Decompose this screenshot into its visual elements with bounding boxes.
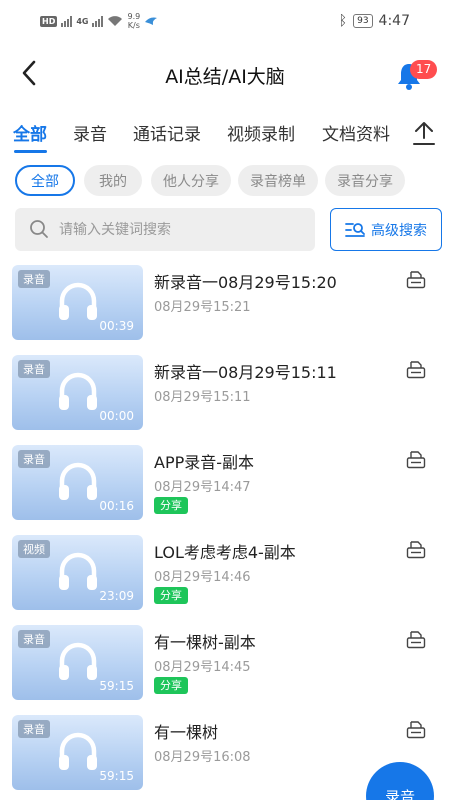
headphone-icon <box>59 552 97 590</box>
tab-all[interactable]: 全部 <box>13 120 47 145</box>
filter-recording-ranking[interactable]: 录音榜单 <box>238 165 318 196</box>
advanced-search-button[interactable]: 高级搜索 <box>330 208 442 251</box>
item-duration: 00:39 <box>99 319 134 333</box>
search-input[interactable] <box>59 208 309 251</box>
speed-unit: K/s <box>127 21 140 30</box>
list-item[interactable]: 录音 00:39 新录音一08月29号15:20 08月29号15:21 <box>0 263 450 353</box>
headphone-icon <box>59 372 97 410</box>
document-icon[interactable] <box>406 271 426 289</box>
document-icon[interactable] <box>406 541 426 559</box>
item-title[interactable]: 有一棵树 <box>154 719 218 743</box>
tab-video-recording[interactable]: 视频录制 <box>227 120 295 145</box>
item-date: 08月29号16:08 <box>154 750 251 765</box>
item-duration: 23:09 <box>99 589 134 603</box>
headphone-icon <box>59 642 97 680</box>
item-duration: 59:15 <box>99 769 134 783</box>
wifi-icon <box>108 16 123 26</box>
item-type-tag: 录音 <box>18 720 50 738</box>
document-icon[interactable] <box>406 631 426 649</box>
status-bar: HD 4G 9.9 K/s ᛒ 93 4:47 <box>0 0 450 44</box>
filter-mine[interactable]: 我的 <box>84 165 142 196</box>
upload-button[interactable] <box>412 120 436 146</box>
item-date: 08月29号14:46 <box>154 570 251 585</box>
upload-icon <box>413 122 435 145</box>
filter-search-icon <box>345 222 365 237</box>
headphone-icon <box>59 732 97 770</box>
filter-all[interactable]: 全部 <box>15 165 75 196</box>
filter-shared-by-others[interactable]: 他人分享 <box>151 165 231 196</box>
speed-value: 9.9 <box>127 12 141 21</box>
app-notification-icon <box>145 17 158 25</box>
list-item[interactable]: 录音 59:15 有一棵树-副本 08月29号14:45 分享 <box>0 623 450 713</box>
tab-call-records[interactable]: 通话记录 <box>133 120 201 145</box>
battery-indicator: 93 <box>353 14 373 28</box>
page-title: AI总结/AI大脑 <box>165 66 285 88</box>
category-tabs: 全部 录音 通话记录 视频录制 文档资料 <box>0 112 450 156</box>
share-badge: 分享 <box>154 587 188 604</box>
tab-documents[interactable]: 文档资料 <box>322 120 390 145</box>
network-label: 4G <box>76 16 89 26</box>
app-header: AI总结/AI大脑 <box>0 48 450 100</box>
item-thumbnail[interactable]: 录音 59:15 <box>12 625 143 700</box>
item-title[interactable]: 新录音一08月29号15:11 <box>154 359 337 383</box>
item-thumbnail[interactable]: 录音 00:39 <box>12 265 143 340</box>
search-bar <box>15 208 315 251</box>
clock: 4:47 <box>378 13 410 29</box>
advanced-search-label: 高级搜索 <box>371 222 427 239</box>
item-thumbnail[interactable]: 录音 59:15 <box>12 715 143 790</box>
item-type-tag: 录音 <box>18 270 50 288</box>
item-type-tag: 录音 <box>18 450 50 468</box>
filter-chips: 全部 我的 他人分享 录音榜单 录音分享 <box>0 165 450 197</box>
item-title[interactable]: 新录音一08月29号15:20 <box>154 269 337 293</box>
active-tab-indicator <box>14 150 47 153</box>
item-duration: 00:16 <box>99 499 134 513</box>
bluetooth-icon: ᛒ <box>338 13 348 29</box>
item-type-tag: 录音 <box>18 360 50 378</box>
document-icon[interactable] <box>406 361 426 379</box>
signal-icon <box>61 15 73 27</box>
headphone-icon <box>59 462 97 500</box>
share-badge: 分享 <box>154 677 188 694</box>
item-thumbnail[interactable]: 视频 23:09 <box>12 535 143 610</box>
item-thumbnail[interactable]: 录音 00:16 <box>12 445 143 520</box>
item-thumbnail[interactable]: 录音 00:00 <box>12 355 143 430</box>
item-duration: 59:15 <box>99 679 134 693</box>
item-date: 08月29号14:47 <box>154 480 251 495</box>
item-duration: 00:00 <box>99 409 134 423</box>
signal-icon-2 <box>92 15 104 27</box>
status-left: HD 4G 9.9 K/s <box>40 12 158 30</box>
item-date: 08月29号15:11 <box>154 390 251 405</box>
network-speed: 9.9 K/s <box>127 12 140 30</box>
item-title[interactable]: 有一棵树-副本 <box>154 629 256 653</box>
hd-indicator: HD <box>40 15 58 27</box>
list-item[interactable]: 视频 23:09 LOL考虑考虑4-副本 08月29号14:46 分享 <box>0 533 450 623</box>
headphone-icon <box>59 282 97 320</box>
filter-recording-share[interactable]: 录音分享 <box>325 165 405 196</box>
document-icon[interactable] <box>406 721 426 739</box>
share-badge: 分享 <box>154 497 188 514</box>
item-type-tag: 视频 <box>18 540 50 558</box>
status-right: ᛒ 93 4:47 <box>339 13 410 29</box>
document-icon[interactable] <box>406 451 426 469</box>
item-type-tag: 录音 <box>18 630 50 648</box>
item-date: 08月29号15:21 <box>154 300 251 315</box>
search-icon <box>30 220 48 238</box>
item-date: 08月29号14:45 <box>154 660 251 675</box>
list-item[interactable]: 录音 00:00 新录音一08月29号15:11 08月29号15:11 <box>0 353 450 443</box>
item-title[interactable]: APP录音-副本 <box>154 449 254 473</box>
notification-count-badge: 17 <box>410 60 438 79</box>
item-title[interactable]: LOL考虑考虑4-副本 <box>154 539 296 563</box>
tab-recordings[interactable]: 录音 <box>73 120 107 145</box>
recording-list: 录音 00:39 新录音一08月29号15:20 08月29号15:21 录音 00:00… <box>0 263 450 800</box>
list-item[interactable]: 录音 00:16 APP录音-副本 08月29号14:47 分享 <box>0 443 450 533</box>
